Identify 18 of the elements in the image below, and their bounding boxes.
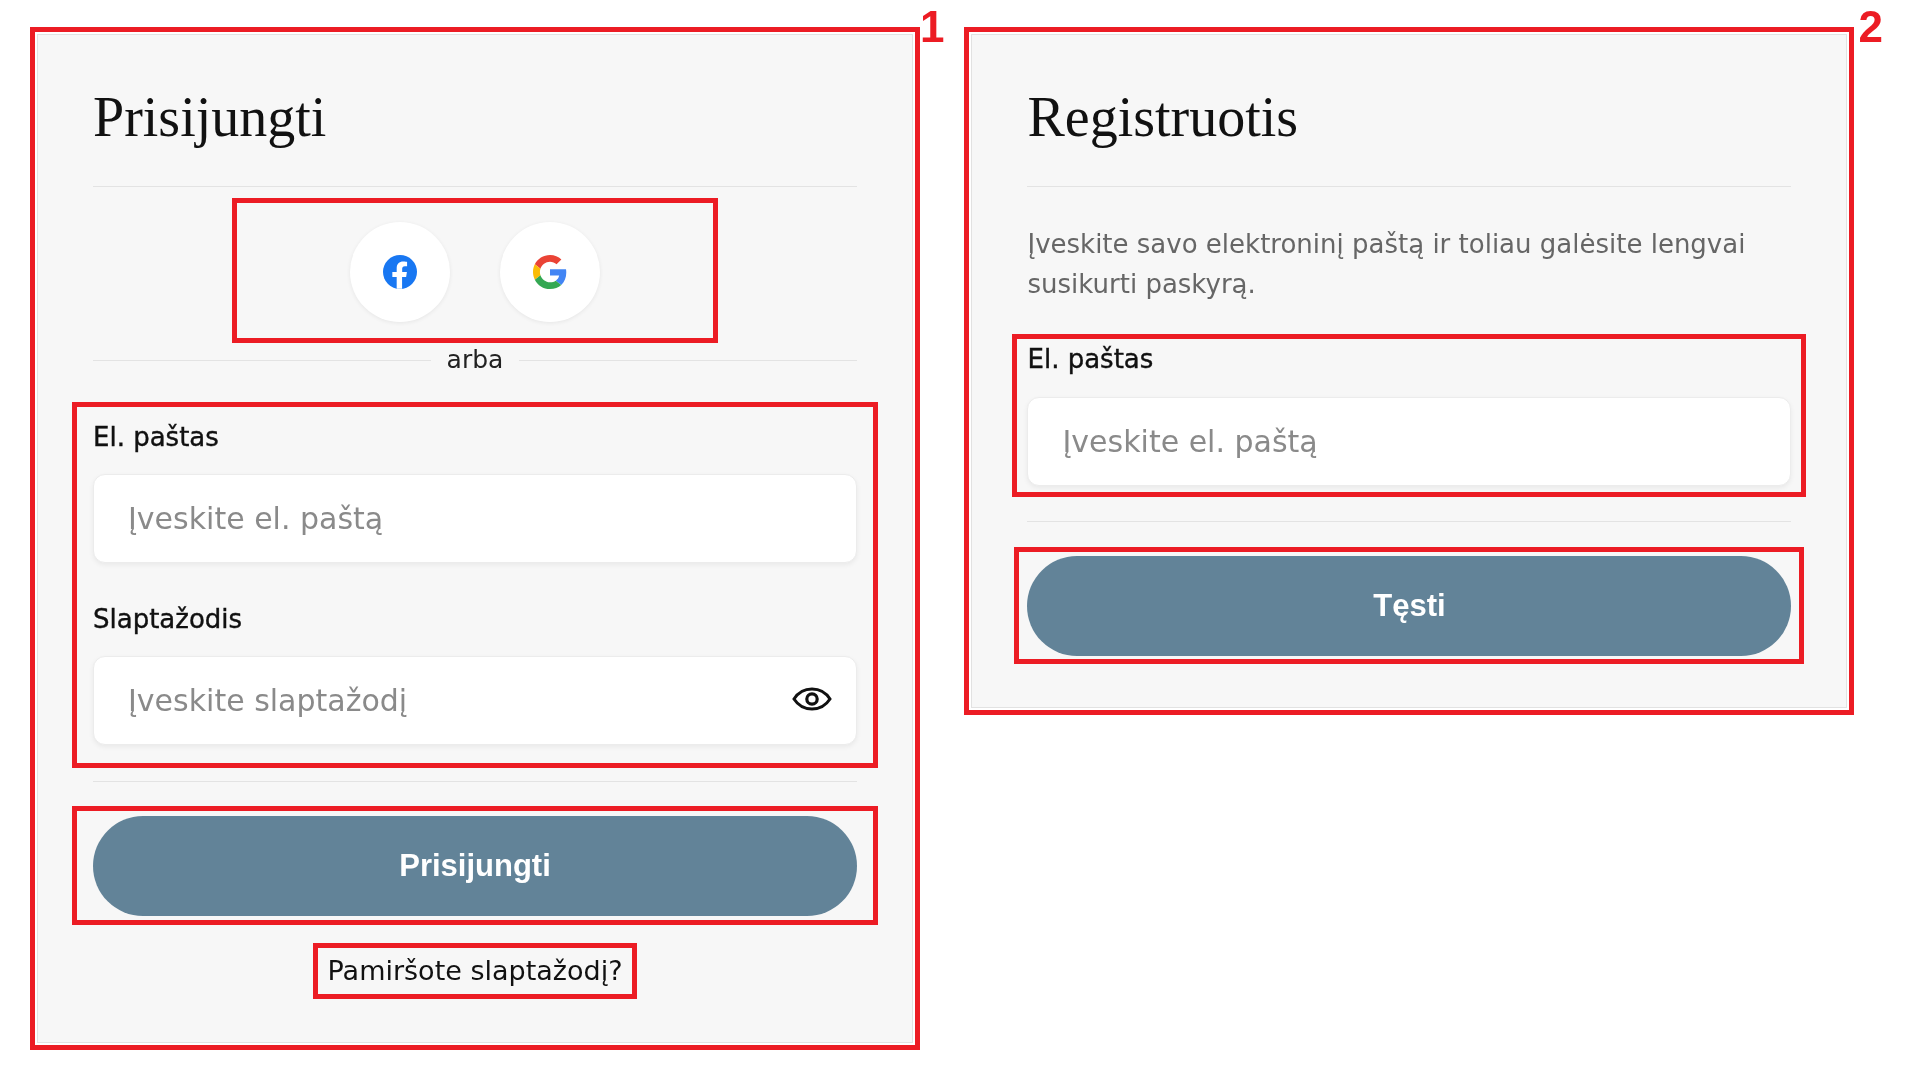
panel-title: Registruotis: [1027, 85, 1299, 149]
annotation-number: 2: [1858, 5, 1883, 49]
email-field[interactable]: Įveskite el. paštą: [93, 474, 857, 563]
separator-text: arba: [446, 345, 504, 375]
eye-icon[interactable]: [792, 687, 832, 711]
panel-description: Įveskite savo elektroninį paštą ir toliau galėsite lengvai susikurti paskyrą.: [1027, 228, 1747, 301]
field-label: El. paštas: [1027, 343, 1154, 375]
email-field[interactable]: Įveskite el. paštą: [1027, 397, 1792, 486]
forgot-password-link[interactable]: Pamiršote slaptažodį?: [327, 954, 623, 988]
annotation-number: 1: [920, 5, 945, 49]
submit-button[interactable]: Tęsti: [1027, 556, 1792, 656]
field-label: Slaptažodis: [93, 603, 243, 635]
g-logo-icon: [533, 255, 567, 289]
field-label: El. paštas: [93, 421, 219, 453]
password-field[interactable]: Įveskite slaptažodį: [93, 656, 857, 745]
f-logo-icon: [383, 255, 417, 289]
panel-title: Prisijungti: [93, 85, 327, 149]
submit-button[interactable]: Prisijungti: [93, 816, 857, 916]
